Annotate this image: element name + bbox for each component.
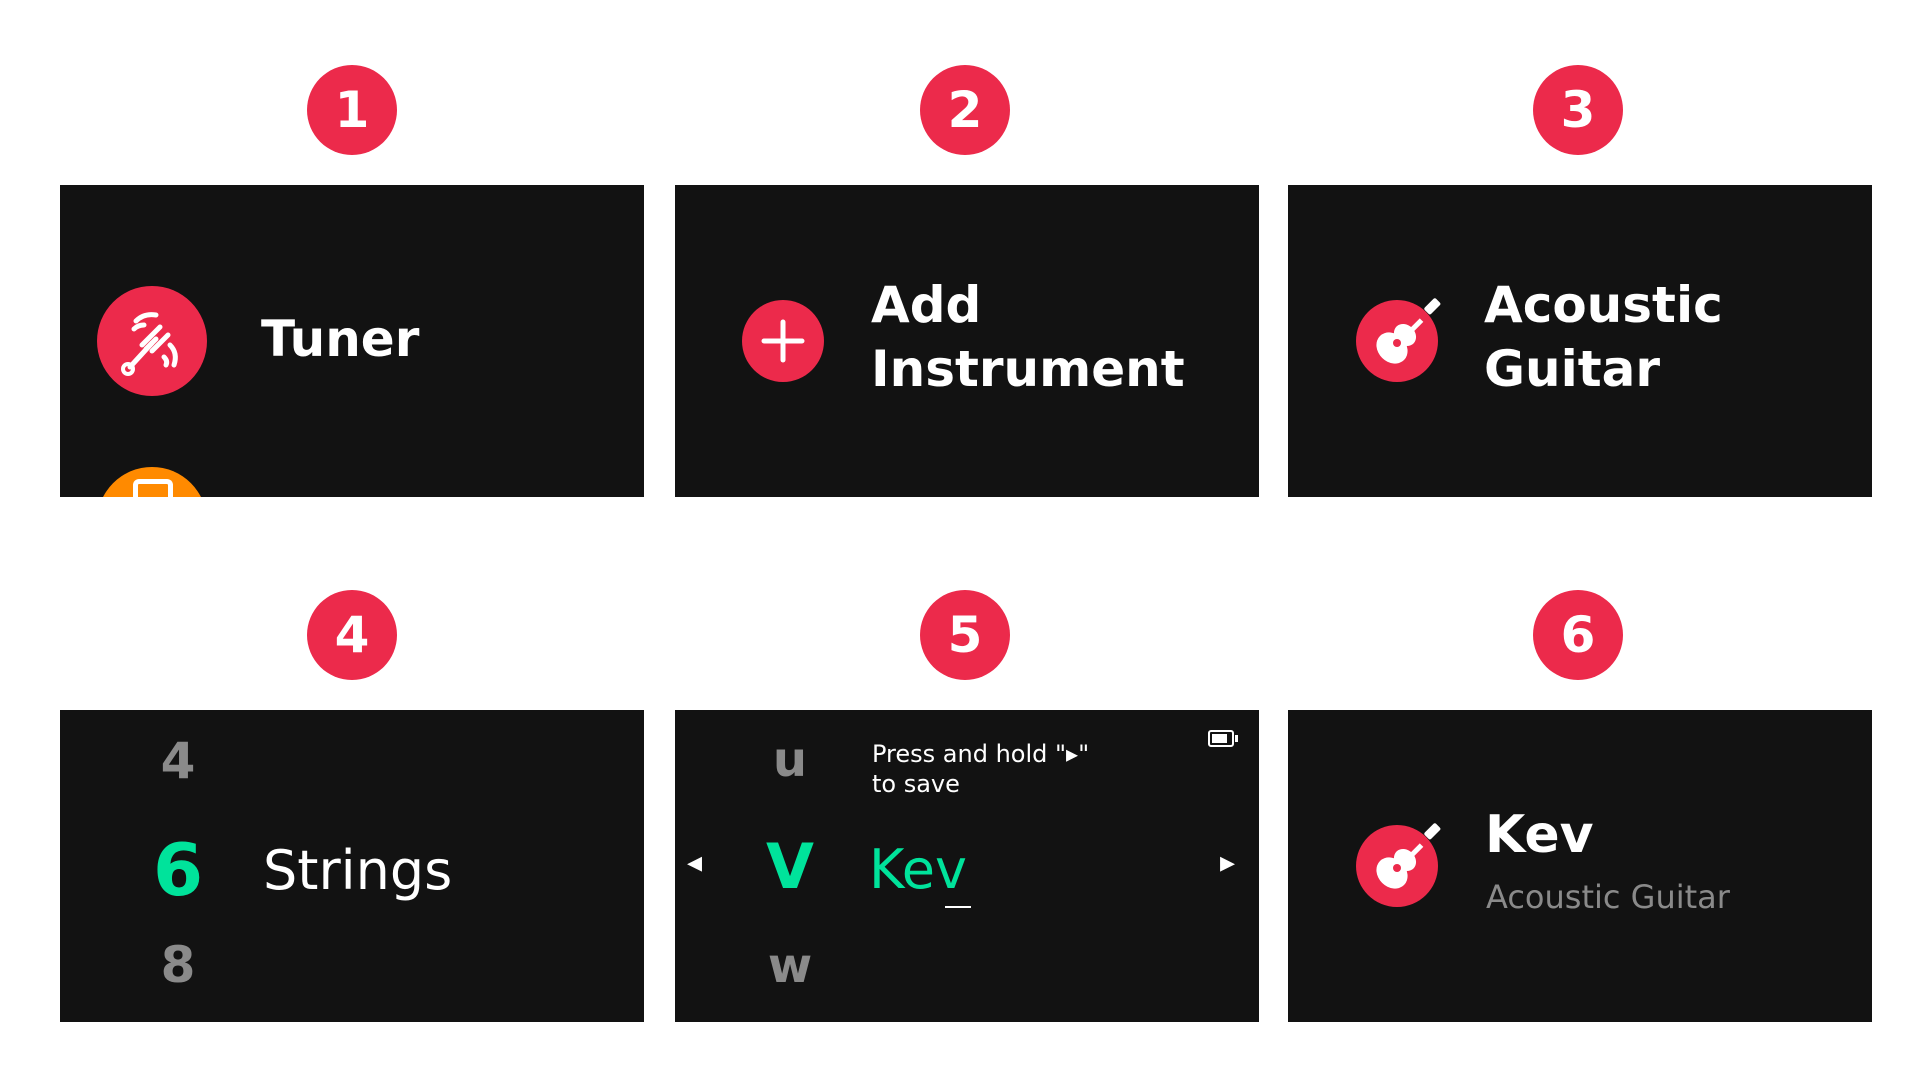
tuning-fork-icon	[121, 312, 178, 376]
instrument-type-line2: Guitar	[1484, 340, 1661, 398]
step-4-badge: 4	[307, 590, 397, 680]
strings-select-screen: 4 6 8 Strings	[60, 710, 644, 1022]
plus-icon	[761, 319, 805, 363]
letter-option-prev[interactable]: u	[750, 732, 830, 788]
name-entry-screen: Press and hold "▸" to save u V w ◂ ▸ Kev	[675, 710, 1259, 1022]
strings-label: Strings	[263, 839, 453, 902]
add-instrument-button[interactable]	[742, 300, 824, 382]
step-2-badge: 2	[920, 65, 1010, 155]
save-hint-line1: Press and hold "▸"	[872, 740, 1090, 768]
right-arrow-icon[interactable]: ▸	[1220, 845, 1235, 880]
instrument-saved-screen: Kev Acoustic Guitar	[1288, 710, 1872, 1022]
lock-icon	[133, 479, 173, 497]
instrument-label: Instrument	[871, 340, 1185, 398]
letter-option-current[interactable]: V	[750, 830, 830, 903]
step-3-badge: 3	[1533, 65, 1623, 155]
name-input[interactable]: Kev	[869, 838, 967, 901]
tuner-menu-screen: Tuner	[60, 185, 644, 497]
instrument-type: Acoustic Guitar	[1486, 878, 1730, 916]
tuner-menu-item[interactable]	[97, 286, 207, 396]
guitar-icon	[1376, 298, 1441, 364]
step-1-badge: 1	[307, 65, 397, 155]
instrument-name: Kev	[1485, 805, 1594, 865]
guitar-icon-badge[interactable]	[1356, 298, 1441, 382]
guitar-icon-badge[interactable]	[1356, 823, 1441, 907]
instrument-type-line1: Acoustic	[1484, 276, 1723, 334]
battery-icon	[1208, 730, 1238, 747]
guitar-icon	[1376, 823, 1441, 889]
strings-option-prev[interactable]: 4	[138, 732, 218, 790]
letter-option-next[interactable]: w	[750, 938, 830, 994]
add-label: Add	[871, 276, 982, 334]
save-hint-line2: to save	[872, 770, 960, 798]
next-item-icon-partial	[97, 467, 207, 497]
tuner-label: Tuner	[261, 310, 420, 368]
strings-option-current[interactable]: 6	[130, 828, 226, 912]
left-arrow-icon[interactable]: ◂	[687, 845, 702, 880]
text-cursor	[945, 906, 971, 908]
step-6-badge: 6	[1533, 590, 1623, 680]
add-instrument-screen: Add Instrument	[675, 185, 1259, 497]
strings-option-next[interactable]: 8	[138, 936, 218, 994]
step-5-badge: 5	[920, 590, 1010, 680]
acoustic-guitar-screen: Acoustic Guitar	[1288, 185, 1872, 497]
